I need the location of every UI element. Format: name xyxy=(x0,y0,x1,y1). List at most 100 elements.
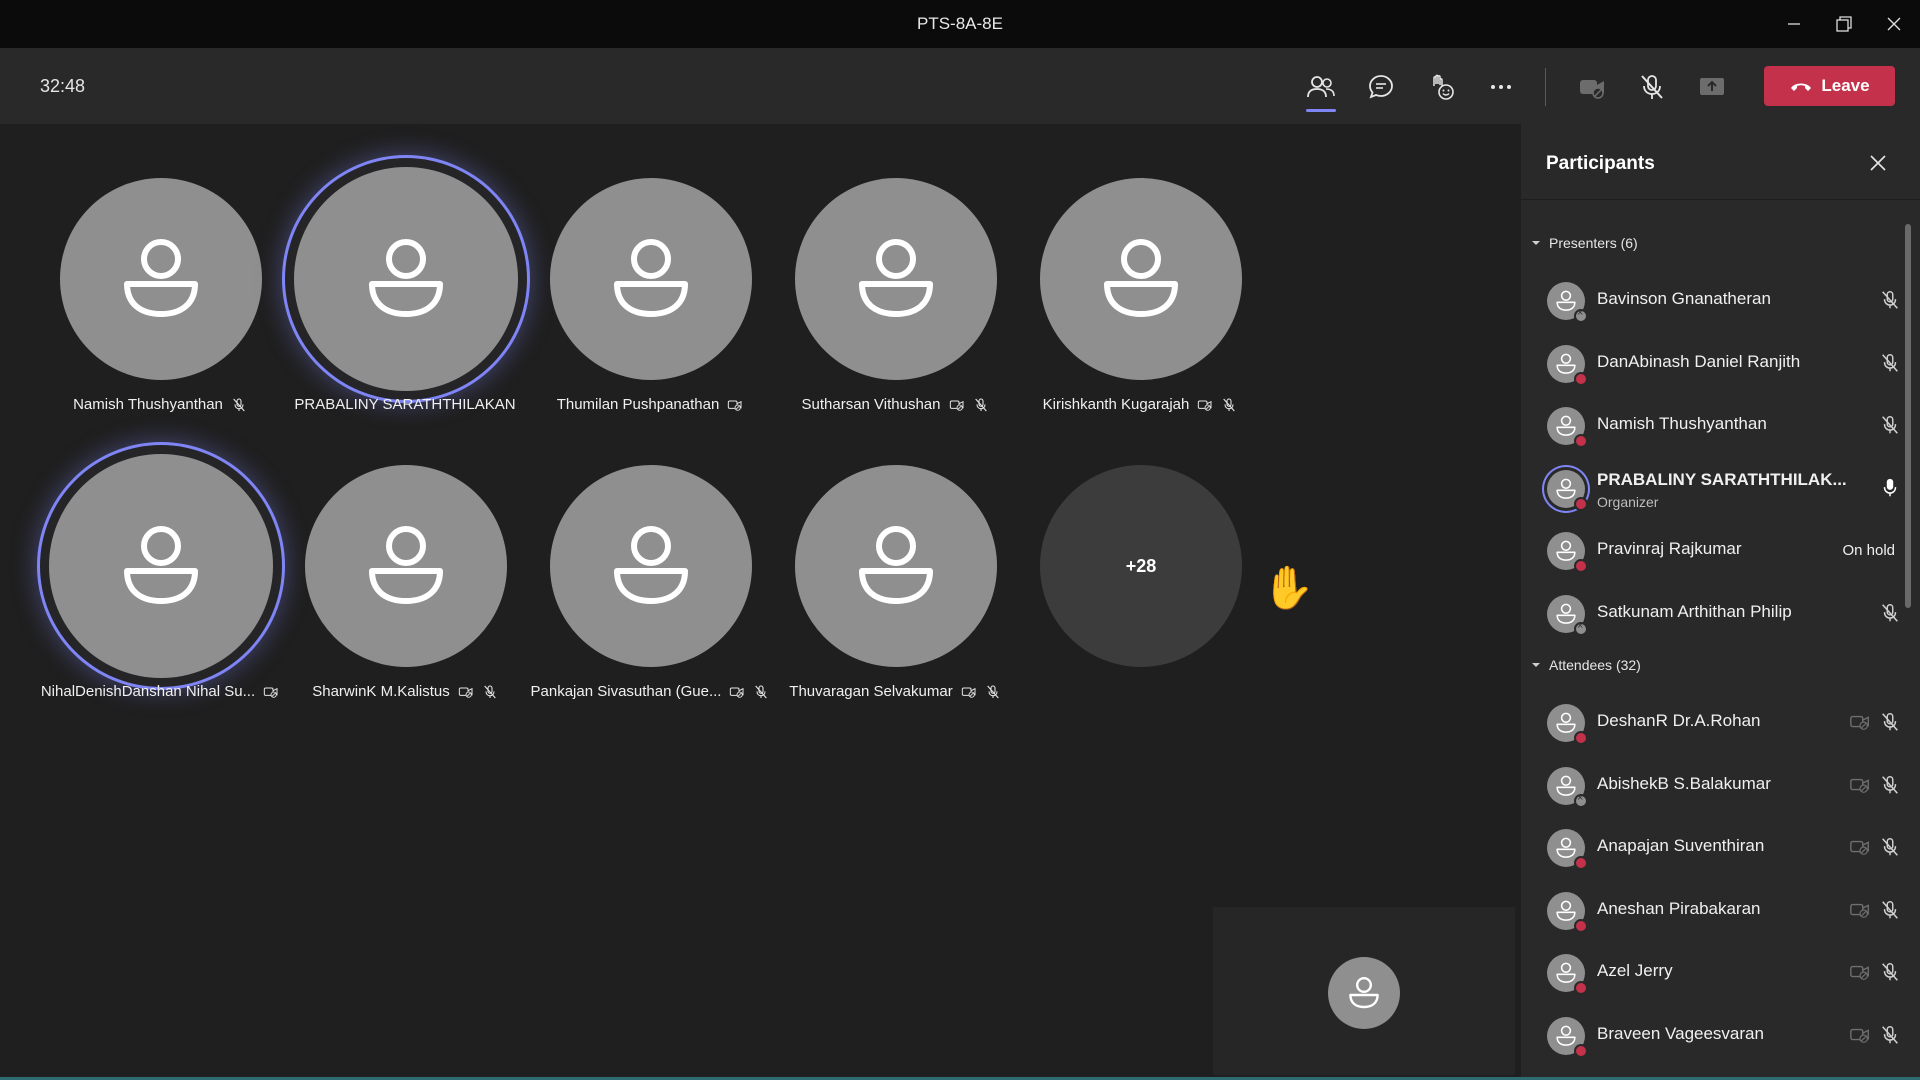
participant-tile[interactable]: Thuvaragan Selvakumar xyxy=(745,371,1045,700)
close-panel-button[interactable] xyxy=(1861,146,1895,180)
close-window-button[interactable] xyxy=(1870,0,1918,48)
participant-avatar xyxy=(1547,469,1588,511)
camera-off-icon xyxy=(1850,715,1869,730)
minimize-button[interactable] xyxy=(1770,0,1818,48)
camera-off-icon xyxy=(1850,903,1869,918)
mic-off-icon xyxy=(1882,1025,1898,1044)
presence-badge xyxy=(1574,371,1588,386)
participant-name: Anapajan Suventhiran xyxy=(1597,836,1765,855)
participant-row[interactable]: PRABALINY SARATHTHILAK... Organizer xyxy=(1521,460,1901,516)
mic-off-icon xyxy=(1641,75,1663,99)
attendees-section-toggle[interactable]: Attendees (32) xyxy=(1531,657,1641,673)
person-icon xyxy=(614,239,688,317)
participant-name: NihalDenishDanshan Nihal Su... xyxy=(40,683,256,700)
participant-name: PRABALINY SARATHTHILAK... xyxy=(1597,469,1847,489)
participant-row[interactable]: DeshanR Dr.A.Rohan xyxy=(1521,694,1901,750)
participant-avatar xyxy=(294,167,518,391)
person-icon xyxy=(369,239,443,317)
person-icon xyxy=(1556,900,1576,921)
panel-header: Participants xyxy=(1521,124,1920,200)
participant-tile[interactable]: Kirishkanth Kugarajah xyxy=(990,84,1290,413)
participant-row[interactable]: Aneshan Pirabakaran xyxy=(1521,882,1901,938)
presence-badge xyxy=(1574,620,1588,636)
participant-avatar xyxy=(1547,1016,1588,1058)
person-icon xyxy=(1349,977,1379,1009)
camera-status xyxy=(729,684,745,700)
presence-badge xyxy=(1574,792,1588,808)
more-participants-tile[interactable]: +28 xyxy=(1040,465,1242,667)
participant-name: Braveen Vageesvaran xyxy=(1597,1023,1764,1043)
camera-off-icon xyxy=(458,687,473,698)
participant-row[interactable]: Braveen Vageesvaran xyxy=(1521,1007,1901,1063)
participant-name: DeshanR Dr.A.Rohan xyxy=(1597,711,1761,730)
people-icon xyxy=(1307,76,1335,98)
participant-avatar xyxy=(795,178,997,380)
participant-avatar xyxy=(1547,829,1588,870)
participant-row[interactable]: AbishekB S.Balakumar xyxy=(1521,757,1901,813)
mic-off-icon xyxy=(1882,775,1898,794)
mic-status xyxy=(482,684,498,700)
participant-name: DanAbinash Daniel Ranjith xyxy=(1597,351,1801,371)
person-icon xyxy=(859,239,933,317)
person-icon xyxy=(1556,1025,1576,1046)
overflow-count: +28 xyxy=(1125,555,1157,576)
mic-off-icon xyxy=(1882,963,1898,981)
raise-hand-icon: ✋ xyxy=(1262,564,1315,611)
self-view xyxy=(1213,907,1515,1075)
participant-row[interactable]: Azel Jerry xyxy=(1521,944,1901,1000)
participant-status xyxy=(1879,411,1901,439)
show-participants-button[interactable] xyxy=(1296,62,1346,112)
more-icon xyxy=(1491,85,1511,89)
participant-status xyxy=(1849,896,1901,924)
on-hold-label: On hold xyxy=(1842,541,1895,559)
participant-avatar xyxy=(60,178,262,380)
mic-off-icon xyxy=(1882,353,1898,372)
restore-button[interactable] xyxy=(1820,0,1868,48)
participant-avatar xyxy=(795,465,997,667)
participant-row[interactable]: Anapajan Suventhiran xyxy=(1521,819,1901,875)
participant-name: Bavinson Gnanatheran xyxy=(1597,289,1771,308)
self-avatar xyxy=(1328,957,1400,1029)
camera-off-icon xyxy=(1850,778,1869,793)
participants-panel: Participants Presenters (6) Bavinson Gna… xyxy=(1521,124,1920,1077)
participant-avatar xyxy=(1547,704,1588,745)
camera-toggle-button[interactable] xyxy=(1567,62,1617,112)
person-icon xyxy=(369,526,443,604)
participant-status xyxy=(1849,1021,1901,1049)
mic-toggle-button[interactable] xyxy=(1627,62,1677,112)
participant-name: Pankajan Sivasuthan (Gue... xyxy=(530,683,722,700)
camera-off-icon xyxy=(1198,400,1212,411)
leave-button[interactable]: Leave xyxy=(1764,66,1895,106)
participant-avatar xyxy=(1547,532,1588,573)
reactions-button[interactable] xyxy=(1416,62,1466,112)
participant-status xyxy=(1849,958,1901,986)
participant-row[interactable]: Namish Thushyanthan xyxy=(1521,397,1901,453)
share-content-button[interactable] xyxy=(1687,62,1737,112)
presenters-section-toggle[interactable]: Presenters (6) xyxy=(1531,235,1638,251)
participant-row[interactable]: Satkunam Arthithan Philip xyxy=(1521,585,1901,641)
participant-avatar xyxy=(550,465,752,667)
participant-status xyxy=(1879,474,1901,502)
presence-badge xyxy=(1574,559,1588,573)
mic-off-icon xyxy=(1882,416,1898,434)
camera-off-icon xyxy=(961,687,976,698)
title-bar: PTS-8A-8E xyxy=(0,0,1920,48)
panel-scrollbar[interactable] xyxy=(1905,224,1911,608)
person-icon xyxy=(1556,353,1576,374)
participant-role: Organizer xyxy=(1597,493,1659,510)
participant-avatar xyxy=(550,178,752,380)
mic-on-icon xyxy=(1883,478,1897,496)
chat-icon xyxy=(1369,75,1393,99)
person-icon xyxy=(859,526,933,604)
person-icon xyxy=(614,526,688,604)
show-chat-button[interactable] xyxy=(1356,62,1406,112)
camera-off-icon xyxy=(1850,840,1869,855)
participant-avatar xyxy=(49,454,273,678)
participant-avatar xyxy=(1547,282,1588,323)
window-title: PTS-8A-8E xyxy=(917,14,1003,33)
more-actions-button[interactable] xyxy=(1476,62,1526,112)
participant-row[interactable]: Bavinson Gnanatheran xyxy=(1521,272,1901,328)
participant-row[interactable]: Pravinraj Rajkumar On hold xyxy=(1521,522,1901,578)
participant-row[interactable]: DanAbinash Daniel Ranjith xyxy=(1521,335,1901,391)
presence-badge xyxy=(1574,981,1588,995)
